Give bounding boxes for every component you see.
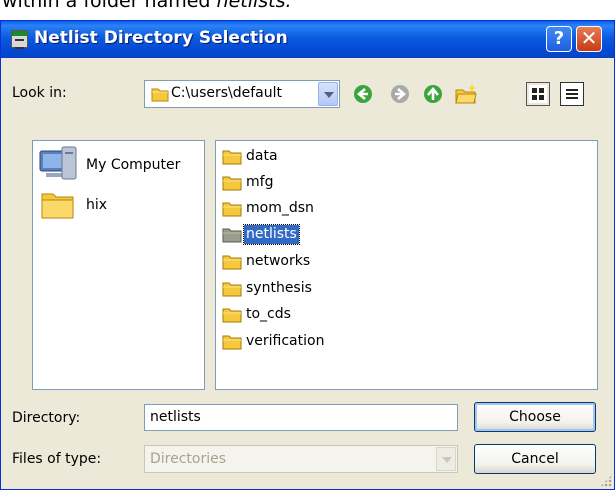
window-title: Netlist Directory Selection xyxy=(34,28,288,48)
look-in-dropdown[interactable]: C:\users\default xyxy=(144,80,340,108)
dialog-window: Netlist Directory Selection ? ✕ Look in:… xyxy=(0,20,615,490)
folder-icon xyxy=(222,334,242,354)
details-view-icon[interactable] xyxy=(560,82,584,106)
help-button[interactable]: ? xyxy=(546,26,572,52)
folder-icon xyxy=(222,149,242,169)
up-folder-icon[interactable] xyxy=(423,84,443,104)
close-button[interactable]: ✕ xyxy=(576,26,602,52)
list-item[interactable]: data xyxy=(220,146,520,168)
list-item[interactable]: verification xyxy=(220,331,520,353)
look-in-label: Look in: xyxy=(12,85,67,101)
folder-name: synthesis xyxy=(246,280,312,296)
folder-icon xyxy=(40,189,76,225)
folder-name: to_cds xyxy=(246,306,291,322)
list-item[interactable]: mfg xyxy=(220,172,520,194)
app-icon xyxy=(11,30,28,49)
chevron-down-icon[interactable] xyxy=(318,82,338,106)
folder-icon xyxy=(222,175,242,195)
place-label: My Computer xyxy=(86,157,181,173)
folder-icon xyxy=(222,201,242,221)
folder-icon xyxy=(222,281,242,301)
file-list: data mfg mom_dsn netlists networks synth… xyxy=(215,140,598,390)
list-item[interactable]: mom_dsn xyxy=(220,198,520,220)
list-item[interactable]: to_cds xyxy=(220,304,520,326)
folder-name: mfg xyxy=(246,174,274,190)
list-view-icon[interactable] xyxy=(526,82,550,106)
place-label: hix xyxy=(86,197,108,213)
folder-icon xyxy=(151,86,169,106)
cancel-button[interactable]: Cancel xyxy=(474,444,596,474)
choose-button[interactable]: Choose xyxy=(474,402,596,432)
computer-icon xyxy=(38,145,80,187)
directory-label: Directory: xyxy=(12,410,81,426)
folder-name: netlists xyxy=(243,224,300,245)
files-of-type-value: Directories xyxy=(150,451,227,467)
back-icon[interactable] xyxy=(353,84,373,104)
folder-name: verification xyxy=(246,333,325,349)
caption-text: within a folder named xyxy=(2,0,217,12)
folder-icon xyxy=(222,307,242,327)
places-panel: My Computer hix xyxy=(32,140,205,390)
forward-icon[interactable] xyxy=(390,84,410,104)
directory-input[interactable]: netlists xyxy=(144,404,458,431)
chevron-down-icon xyxy=(436,447,456,471)
look-in-value: C:\users\default xyxy=(171,85,283,101)
document-caption: within a folder named netlists. xyxy=(0,0,615,20)
folder-name: data xyxy=(246,148,278,164)
title-bar[interactable]: Netlist Directory Selection ? ✕ xyxy=(1,21,614,58)
new-folder-icon[interactable] xyxy=(455,83,477,104)
list-item[interactable]: networks xyxy=(220,251,520,273)
files-of-type-dropdown: Directories xyxy=(144,445,458,473)
files-of-type-label: Files of type: xyxy=(12,451,102,467)
resize-grip[interactable] xyxy=(600,475,612,487)
caption-italic: netlists. xyxy=(216,0,292,12)
folder-name: mom_dsn xyxy=(246,200,314,216)
folder-icon xyxy=(222,254,242,274)
folder-name: networks xyxy=(246,253,311,269)
list-item[interactable]: synthesis xyxy=(220,278,520,300)
folder-icon xyxy=(222,227,242,247)
list-item-selected[interactable]: netlists xyxy=(220,224,520,246)
